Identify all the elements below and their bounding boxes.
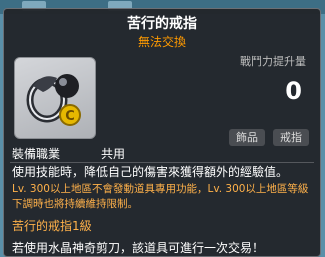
level-restriction-note: Lv. 300以上地區不會發動道具專用功能，Lv. 300以上地區等級下調時也將… — [12, 183, 309, 210]
item-tooltip: 苦行的戒指 無法交換 C 戰鬥力提升量 0 飾品 戒指 裝備職業 共用 使用技能… — [3, 8, 321, 257]
trade-status: 無法交換 — [137, 35, 186, 49]
tag-ring: 戒指 — [273, 129, 309, 146]
equip-job-label: 裝備職業 — [12, 147, 61, 161]
item-name: 苦行的戒指 — [127, 16, 197, 32]
ring-icon: C — [26, 74, 81, 126]
scissors-note: 若使用水晶神奇剪刀，該道具可進行一次交易！ — [12, 241, 265, 255]
divider — [10, 162, 314, 163]
tag-accessory: 飾品 — [229, 129, 265, 146]
combat-power-label: 戰鬥力提升量 — [240, 55, 306, 68]
item-icon-frame: C — [14, 57, 96, 139]
equip-job-value: 共用 — [101, 147, 126, 161]
effect-title: 苦行的戒指1級 — [12, 219, 92, 233]
combat-power-value: 0 — [285, 77, 302, 105]
item-description: 使用技能時，降低自己的傷害來獲得額外的經驗值。 — [12, 165, 289, 179]
svg-text:C: C — [65, 109, 75, 124]
